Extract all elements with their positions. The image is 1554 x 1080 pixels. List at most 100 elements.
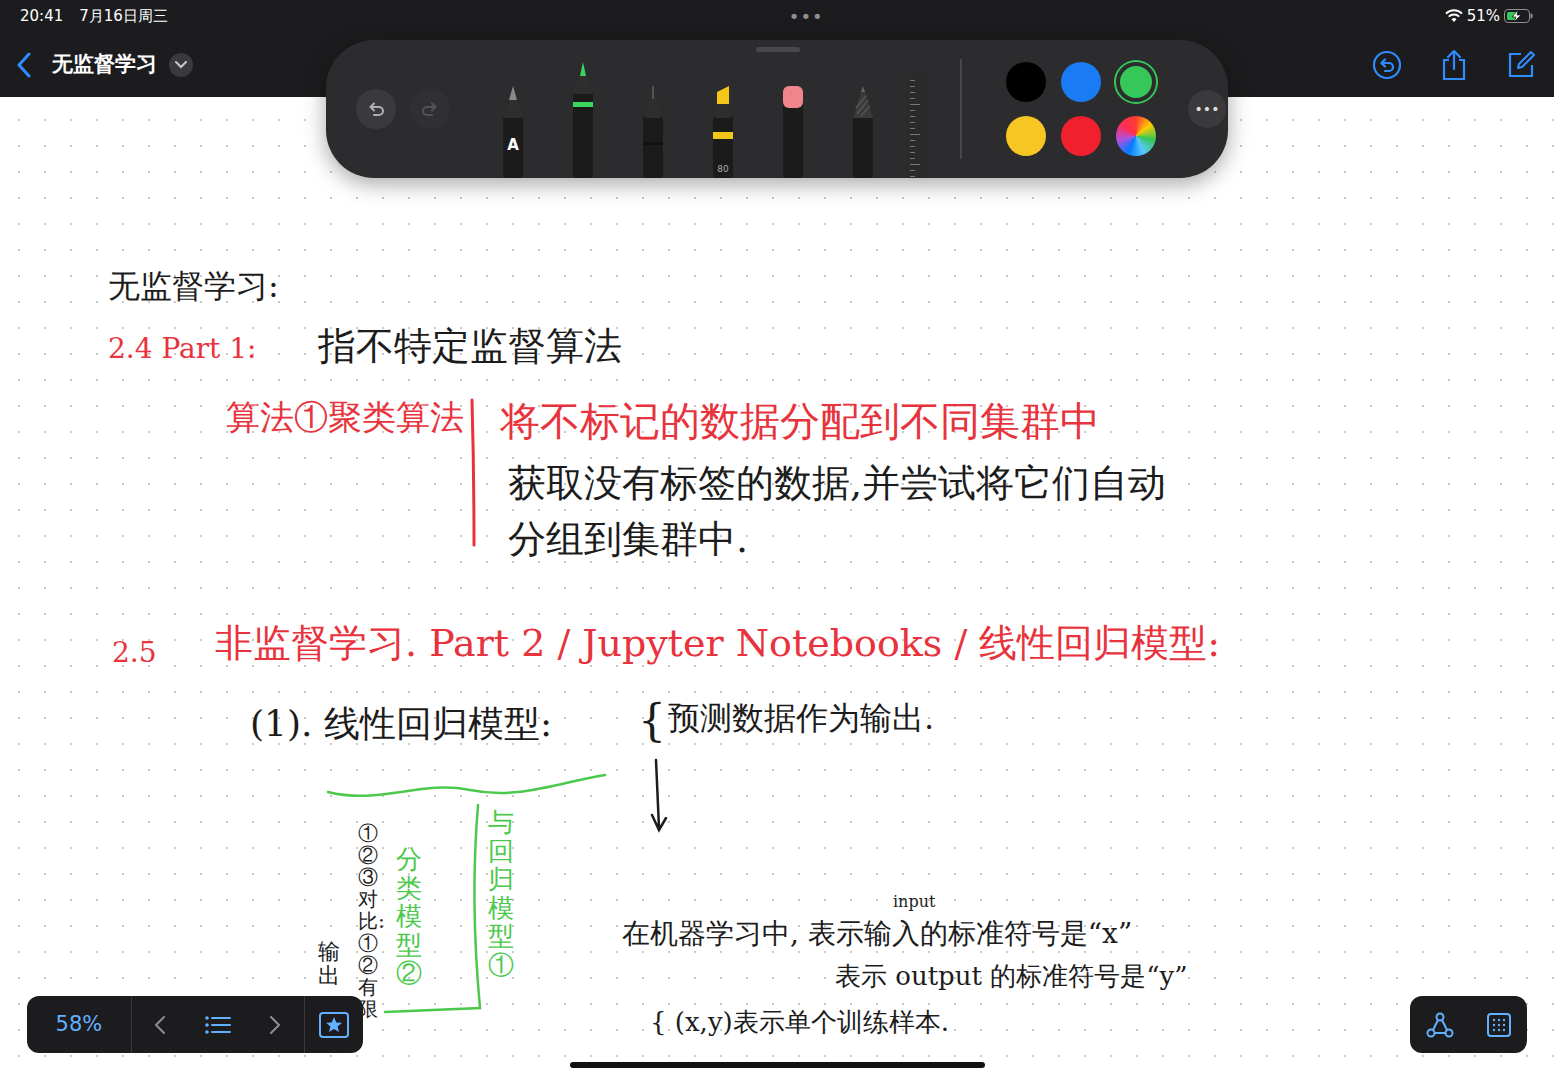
home-indicator [570,1062,985,1068]
vertical-note: 与回归模型① [488,808,514,980]
fineliner-icon [638,86,668,178]
swatch-selection-ring [1116,62,1156,102]
color-swatch[interactable] [1006,62,1046,102]
color-swatch[interactable] [1061,116,1101,156]
note-text: 算法①聚类算法 [226,397,464,437]
compose-icon[interactable] [1506,50,1536,80]
grid-view-icon[interactable] [1487,1013,1511,1037]
note-text: { [638,695,666,746]
color-swatches [1006,62,1156,156]
share-icon[interactable] [1440,49,1468,81]
handwritten-note: 分组到集群中. [508,518,748,562]
note-text: 2.5 [112,636,157,669]
note-text: 与回归模型① [488,807,514,980]
page-list-icon[interactable] [189,996,246,1053]
color-swatch[interactable] [1116,62,1156,102]
green-wavy-underline [328,775,605,796]
page-bar: 58% [27,996,363,1053]
color-swatch[interactable] [1006,116,1046,156]
redo-icon [410,89,450,129]
fountain-icon [568,62,598,178]
note-text: { (x,y)表示单个训练样本. [650,1007,949,1037]
back-icon[interactable] [16,52,32,78]
swatch-selection-ring [1116,116,1156,156]
handwritten-note: 表示 output 的标准符号是“y” [835,962,1188,992]
battery-percent: 51% [1467,5,1500,28]
handwritten-note: 指不特定监督算法 [318,325,622,369]
status-right: 51% [1445,5,1534,28]
view-bar [1410,996,1527,1053]
vertical-note: 输出 [318,940,340,988]
handwritten-note: { [638,696,666,747]
fountain-tool[interactable] [568,62,598,178]
bookmark-star-icon[interactable] [304,996,363,1053]
green-brace-line [385,805,480,1012]
more-button[interactable]: ••• [1188,90,1226,128]
swatch-selection-ring [1061,62,1101,102]
eraser-icon [778,86,808,178]
note-text: input [893,892,935,911]
pencil-icon [848,86,878,178]
toolbar-divider [960,59,962,159]
toolbar-inner: A 80 ••• [326,40,1228,178]
next-page-icon[interactable] [246,996,303,1053]
handwritten-note: 在机器学习中, 表示输入的标准符号是“x” [622,918,1132,950]
nav-right [1372,49,1536,81]
toolbar-grabber[interactable] [756,47,800,52]
status-left: 20:417月16日周三 [20,5,168,28]
marker-tool[interactable]: A [498,86,528,178]
status-bar: 20:417月16日周三 ••• 51% [0,0,1554,32]
note-text: 分组到集群中. [508,517,748,561]
note-text: (1). 线性回归模型: [250,703,552,744]
note-canvas[interactable]: 无监督学习: 2.4 Part 1: 指不特定监督算法算法①聚类算法将不标记的数据分… [0,97,1554,1080]
tool-picker: A 80 [498,40,934,178]
note-text: 输出 [318,939,340,988]
note-text: 将不标记的数据分配到不同集群中 [500,398,1100,444]
color-swatch[interactable] [1061,62,1101,102]
swatch-selection-ring [1061,116,1101,156]
charging-bolt-icon [1512,10,1521,22]
multitask-dots[interactable]: ••• [789,3,824,30]
tool-label: 80 [708,163,738,177]
note-text: 分类模型② [396,844,422,988]
vertical-note: ①②③对比:①②有限 [358,822,378,1020]
swatch-selection-ring [1006,116,1046,156]
handwritten-note: 2.4 Part 1: [108,333,257,365]
color-picker-swatch[interactable] [1116,116,1156,156]
date: 7月16日周三 [79,5,168,28]
handwritten-note: 将不标记的数据分配到不同集群中 [500,398,1100,444]
handwritten-note: 预测数据作为输出. [668,700,934,737]
pen-toolbar: A 80 ••• [326,40,1228,178]
handwritten-note: 非监督学习. Part 2 / Jupyter Notebooks / 线性回归… [215,622,1220,666]
handwritten-note: 算法①聚类算法 [226,398,464,437]
vertical-note: 分类模型② [396,845,422,988]
undo-icon[interactable] [356,89,396,129]
handwritten-note: 2.5 [112,637,157,669]
note-text: 表示 output 的标准符号是“y” [835,961,1188,991]
highlighter-tool[interactable]: 80 [708,86,738,178]
undo-history-icon[interactable] [1372,50,1402,80]
tool-label: A [498,134,528,157]
ruler-icon [904,74,934,178]
fineliner-tool[interactable] [638,86,668,178]
dropdown-chevron-icon[interactable] [169,53,193,77]
arrow-down-icon [652,760,666,830]
note-text: 预测数据作为输出. [668,699,934,737]
note-text: 无监督学习: [108,267,279,305]
handwritten-note: 无监督学习: [108,268,279,305]
marker-icon [498,86,528,178]
note-text: 2.4 Part 1: [108,332,257,365]
handwritten-note: input [893,893,935,911]
battery-icon [1504,9,1534,23]
pencil-tool[interactable] [848,86,878,178]
document-title[interactable]: 无监督学习 [52,49,157,81]
eraser-tool[interactable] [778,86,808,178]
note-text: 获取没有标签的数据,并尝试将它们自动 [508,461,1166,505]
zoom-level[interactable]: 58% [27,996,132,1053]
nav-left: 无监督学习 [16,49,193,81]
ruler-tool[interactable] [904,74,934,178]
previous-page-icon[interactable] [132,996,189,1053]
wifi-icon [1445,9,1463,23]
handwritten-note: (1). 线性回归模型: [250,703,552,744]
shapes-icon[interactable] [1426,1012,1454,1038]
